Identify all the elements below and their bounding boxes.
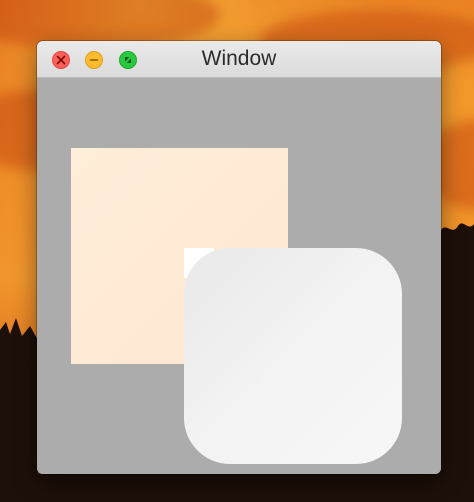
title-bar[interactable]: Window	[37, 41, 441, 78]
desktop-wallpaper: Window	[0, 0, 474, 502]
rounded-square	[184, 248, 402, 464]
app-window: Window	[37, 41, 441, 474]
window-title: Window	[201, 47, 277, 70]
window-content	[37, 78, 441, 474]
